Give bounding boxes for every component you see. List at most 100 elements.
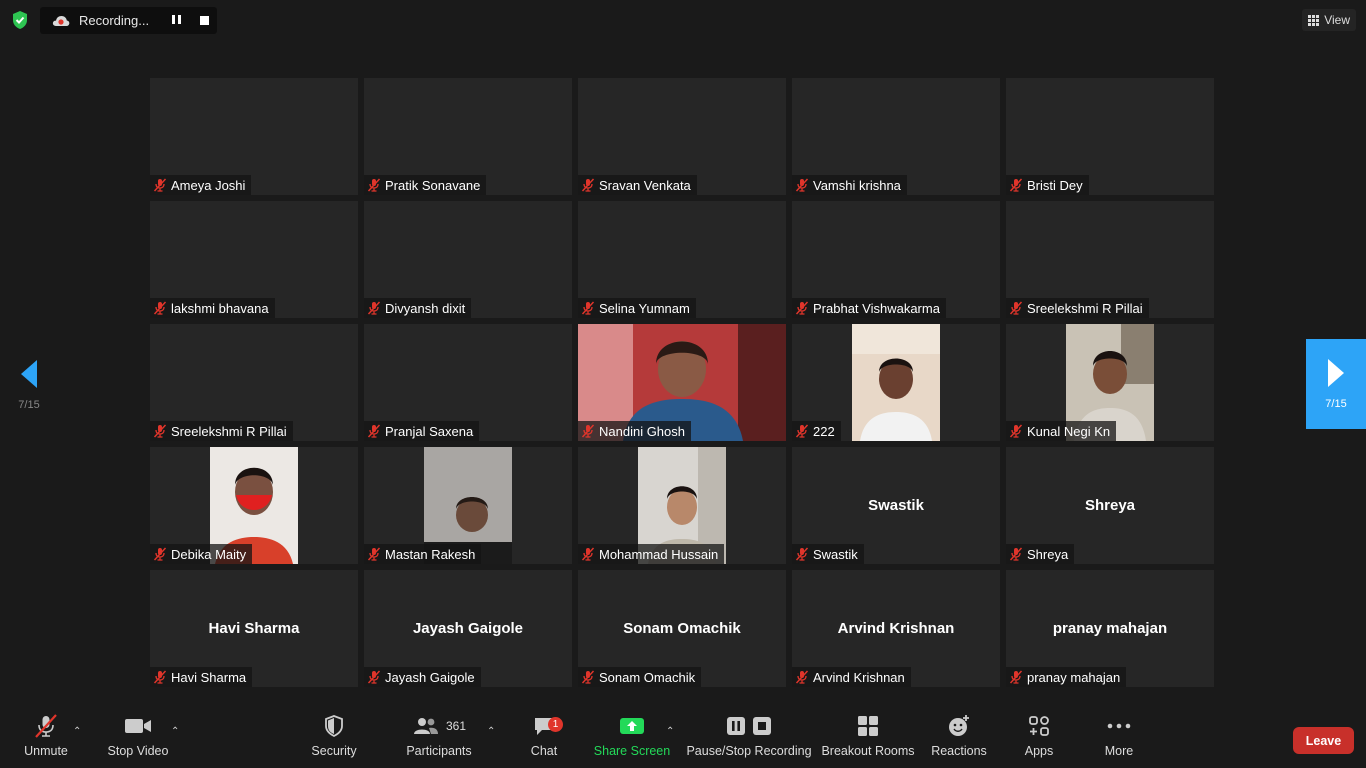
mic-muted-icon: [795, 424, 809, 438]
participant-tile[interactable]: Havi Sharma Havi Sharma: [150, 570, 358, 687]
leave-button[interactable]: Leave: [1293, 727, 1354, 754]
stop-video-button[interactable]: Stop Video: [106, 712, 170, 758]
participant-tile[interactable]: Nandini Ghosh: [578, 324, 786, 441]
participant-tile[interactable]: Bristi Dey: [1006, 78, 1214, 195]
name-label: Swastik: [792, 544, 864, 564]
participant-tile[interactable]: Sreelekshmi R Pillai: [150, 324, 358, 441]
next-page-button[interactable]: 7/15: [1306, 339, 1366, 429]
mic-muted-icon: [153, 670, 167, 684]
participant-name: Ameya Joshi: [171, 177, 246, 193]
video-camera-icon: [125, 719, 151, 733]
breakout-rooms-button[interactable]: Breakout Rooms: [821, 712, 915, 758]
participant-tile[interactable]: lakshmi bhavana: [150, 201, 358, 318]
participant-display-name: Havi Sharma: [208, 620, 300, 637]
participant-name: Sravan Venkata: [599, 177, 691, 193]
share-screen-button[interactable]: Share Screen: [594, 712, 670, 758]
name-label: 222: [792, 421, 841, 441]
participant-name: Shreya: [1027, 546, 1069, 562]
name-label: Divyansh dixit: [364, 298, 472, 318]
participants-label: Participants: [406, 744, 472, 758]
participant-tile[interactable]: Sonam Omachik Sonam Omachik: [578, 570, 786, 687]
mic-muted-icon: [35, 714, 57, 738]
share-screen-label: Share Screen: [593, 744, 671, 758]
participant-tile[interactable]: Pratik Sonavane: [364, 78, 572, 195]
participant-name: Debika Maity: [171, 546, 247, 562]
pause-icon: [727, 717, 745, 735]
previous-page-button[interactable]: 7/15: [0, 340, 58, 430]
name-label: Bristi Dey: [1006, 175, 1089, 195]
participant-tile[interactable]: 222: [792, 324, 1000, 441]
participant-name: Jayash Gaigole: [385, 669, 475, 685]
participant-name: Nandini Ghosh: [599, 423, 685, 439]
participant-tile[interactable]: Pranjal Saxena: [364, 324, 572, 441]
mic-muted-icon: [795, 670, 809, 684]
name-label: Sreelekshmi R Pillai: [1006, 298, 1149, 318]
mic-muted-icon: [1009, 301, 1023, 315]
participant-tile[interactable]: Sravan Venkata: [578, 78, 786, 195]
participant-tile[interactable]: Ameya Joshi: [150, 78, 358, 195]
smiley-add-icon: [949, 715, 969, 736]
security-shield-icon[interactable]: [9, 9, 31, 31]
video-options-caret-icon[interactable]: ⌃: [171, 726, 179, 737]
pause-recording-button[interactable]: [172, 15, 184, 26]
stop-recording-button[interactable]: [200, 16, 209, 25]
security-button[interactable]: Security: [310, 712, 358, 758]
reactions-label: Reactions: [931, 744, 987, 758]
participant-tile[interactable]: Shreya Shreya: [1006, 447, 1214, 564]
more-label: More: [1104, 744, 1134, 758]
name-label: Pranjal Saxena: [364, 421, 480, 441]
participants-icon: [413, 718, 438, 734]
participant-tile[interactable]: Mohammad Hussain: [578, 447, 786, 564]
participant-tile[interactable]: Kunal Negi Kn: [1006, 324, 1214, 441]
participant-tile[interactable]: Arvind Krishnan Arvind Krishnan: [792, 570, 1000, 687]
apps-button[interactable]: Apps: [1020, 712, 1058, 758]
mic-muted-icon: [367, 301, 381, 315]
participant-tile[interactable]: pranay mahajan pranay mahajan: [1006, 570, 1214, 687]
participant-tile[interactable]: Mastan Rakesh: [364, 447, 572, 564]
chat-label: Chat: [530, 744, 558, 758]
participant-video: [852, 324, 940, 441]
breakout-rooms-label: Breakout Rooms: [821, 744, 915, 758]
name-label: Selina Yumnam: [578, 298, 696, 318]
participant-tile[interactable]: Sreelekshmi R Pillai: [1006, 201, 1214, 318]
pause-stop-recording-label: Pause/Stop Recording: [686, 744, 812, 758]
participant-name: Mohammad Hussain: [599, 546, 719, 562]
participant-tile[interactable]: Vamshi krishna: [792, 78, 1000, 195]
share-options-caret-icon[interactable]: ⌃: [666, 726, 674, 737]
view-button[interactable]: View: [1302, 9, 1356, 31]
apps-icon: [1029, 716, 1049, 736]
more-button[interactable]: More: [1100, 712, 1138, 758]
participant-name: Sreelekshmi R Pillai: [171, 423, 287, 439]
participants-options-caret-icon[interactable]: ⌃: [487, 726, 495, 737]
mic-muted-icon: [153, 178, 167, 192]
participant-display-name: Jayash Gaigole: [412, 620, 524, 637]
participant-name: pranay mahajan: [1027, 669, 1121, 685]
security-label: Security: [311, 744, 357, 758]
mic-muted-icon: [1009, 670, 1023, 684]
pause-stop-recording-button[interactable]: Pause/Stop Recording: [686, 712, 812, 758]
name-label: Mohammad Hussain: [578, 544, 725, 564]
participant-name: Vamshi krishna: [813, 177, 901, 193]
participant-name: Divyansh dixit: [385, 300, 466, 316]
mic-muted-icon: [795, 547, 809, 561]
chevron-left-icon: [21, 360, 37, 388]
reactions-button[interactable]: Reactions: [930, 712, 988, 758]
participant-tile[interactable]: Swastik Swastik: [792, 447, 1000, 564]
mic-muted-icon: [367, 424, 381, 438]
audio-options-caret-icon[interactable]: ⌃: [73, 726, 81, 737]
participants-button[interactable]: 361 Participants: [404, 712, 474, 758]
participant-tile[interactable]: Divyansh dixit: [364, 201, 572, 318]
participant-tile[interactable]: Jayash Gaigole Jayash Gaigole: [364, 570, 572, 687]
mic-muted-icon: [795, 178, 809, 192]
name-label: Arvind Krishnan: [792, 667, 911, 687]
participant-name: lakshmi bhavana: [171, 300, 269, 316]
name-label: Mastan Rakesh: [364, 544, 482, 564]
participant-tile[interactable]: Debika Maity: [150, 447, 358, 564]
name-label: Sonam Omachik: [578, 667, 702, 687]
participant-tile[interactable]: Selina Yumnam: [578, 201, 786, 318]
participant-display-name: Shreya: [1084, 497, 1136, 514]
participant-tile[interactable]: Prabhat Vishwakarma: [792, 201, 1000, 318]
unmute-button[interactable]: Unmute: [22, 712, 70, 758]
mic-muted-icon: [153, 547, 167, 561]
chat-button[interactable]: 1 Chat: [526, 712, 563, 758]
